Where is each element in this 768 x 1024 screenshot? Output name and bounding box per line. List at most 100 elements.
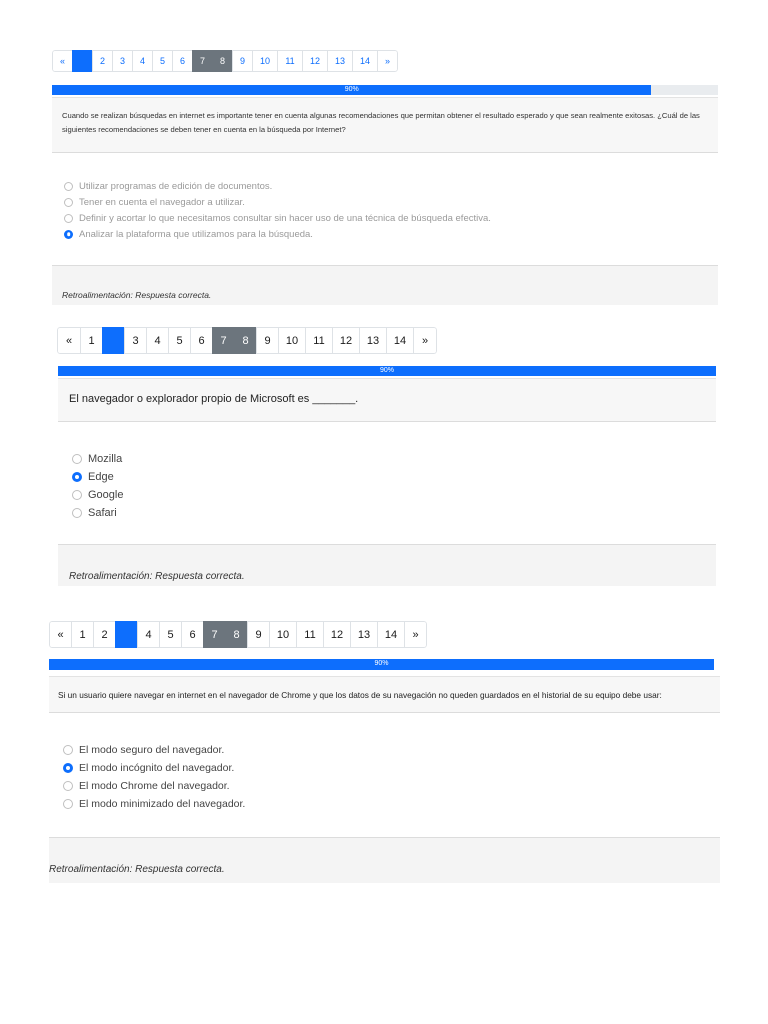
feedback-text: Retroalimentación: Respuesta correcta. (49, 864, 225, 875)
page-8-button[interactable]: 8 (234, 327, 257, 354)
feedback-panel: Retroalimentación: Respuesta correcta. (52, 265, 718, 305)
radio-button-selected[interactable] (64, 229, 73, 239)
option-label: El modo incógnito del navegador. (79, 762, 235, 774)
page-6-button[interactable]: 6 (181, 621, 204, 648)
progress-bar: 90% (58, 366, 716, 376)
radio-button[interactable] (64, 197, 73, 207)
page-13-button[interactable]: 13 (359, 327, 387, 354)
page-4-button[interactable]: 4 (146, 327, 169, 354)
answer-option-2[interactable]: El modo incógnito del navegador. (63, 759, 245, 777)
answer-option-3[interactable]: Google (72, 486, 123, 504)
option-label: El modo seguro del navegador. (79, 744, 225, 756)
question-text: Cuando se realizan búsquedas en internet… (52, 97, 718, 153)
progress-bar: 90% (49, 659, 714, 670)
pagination: « 1 2 4 5 6 7 8 9 10 11 12 13 14 » (49, 621, 427, 648)
radio-button-selected[interactable] (63, 763, 73, 773)
feedback-text: Retroalimentación: Respuesta correcta. (62, 290, 212, 300)
page-6-button[interactable]: 6 (190, 327, 213, 354)
radio-button[interactable] (63, 799, 73, 809)
page-6-button[interactable]: 6 (172, 50, 193, 72)
page-12-button[interactable]: 12 (332, 327, 360, 354)
answer-option-3[interactable]: Definir y acortar lo que necesitamos con… (64, 210, 491, 226)
pagination: « 1 3 4 5 6 7 8 9 10 11 12 13 14 » (57, 327, 437, 354)
answer-option-1[interactable]: Utilizar programas de edición de documen… (64, 178, 491, 194)
question-text: El navegador o explorador propio de Micr… (58, 378, 716, 422)
page-1-button[interactable] (72, 50, 93, 72)
progress-fill: 90% (58, 366, 716, 376)
page-5-button[interactable]: 5 (152, 50, 173, 72)
page-9-button[interactable]: 9 (256, 327, 279, 354)
answer-option-1[interactable]: Mozilla (72, 450, 123, 468)
radio-button[interactable] (63, 781, 73, 791)
page-5-button[interactable]: 5 (159, 621, 182, 648)
page-14-button[interactable]: 14 (352, 50, 378, 72)
radio-button[interactable] (64, 213, 73, 223)
page-14-button[interactable]: 14 (386, 327, 414, 354)
page-13-button[interactable]: 13 (327, 50, 353, 72)
page-7-button[interactable]: 7 (212, 327, 235, 354)
answer-options: Utilizar programas de edición de documen… (64, 178, 491, 242)
page-prev-button[interactable]: « (57, 327, 81, 354)
feedback-panel: Retroalimentación: Respuesta correcta. (49, 837, 720, 883)
page-2-button[interactable]: 2 (93, 621, 116, 648)
radio-button[interactable] (63, 745, 73, 755)
page-prev-button[interactable]: « (49, 621, 72, 648)
page-12-button[interactable]: 12 (323, 621, 351, 648)
page-13-button[interactable]: 13 (350, 621, 378, 648)
option-label: El modo Chrome del navegador. (79, 780, 230, 792)
answer-options: Mozilla Edge Google Safari (72, 450, 123, 522)
page-10-button[interactable]: 10 (269, 621, 297, 648)
page-2-button[interactable] (102, 327, 125, 354)
radio-button[interactable] (72, 490, 82, 500)
option-label: Analizar la plataforma que utilizamos pa… (79, 228, 313, 240)
page-4-button[interactable]: 4 (137, 621, 160, 648)
page-7-button[interactable]: 7 (192, 50, 213, 72)
feedback-panel: Retroalimentación: Respuesta correcta. (58, 544, 716, 586)
page-14-button[interactable]: 14 (377, 621, 405, 648)
option-label: Google (88, 489, 124, 501)
page-1-button[interactable]: 1 (80, 327, 103, 354)
page-next-button[interactable]: » (377, 50, 398, 72)
page-10-button[interactable]: 10 (278, 327, 306, 354)
answer-option-4[interactable]: Safari (72, 504, 123, 522)
pagination: « 2 3 4 5 6 7 8 9 10 11 12 13 14 » (52, 50, 398, 72)
page-prev-button[interactable]: « (52, 50, 73, 72)
page-8-button[interactable]: 8 (225, 621, 248, 648)
page-11-button[interactable]: 11 (277, 50, 303, 72)
answer-option-2[interactable]: Tener en cuenta el navegador a utilizar. (64, 194, 491, 210)
page-12-button[interactable]: 12 (302, 50, 328, 72)
answer-option-3[interactable]: El modo Chrome del navegador. (63, 777, 245, 795)
progress-fill: 90% (49, 659, 714, 670)
page-2-button[interactable]: 2 (92, 50, 113, 72)
page-11-button[interactable]: 11 (305, 327, 333, 354)
page-11-button[interactable]: 11 (296, 621, 324, 648)
progress-fill: 90% (52, 85, 652, 95)
page-8-button[interactable]: 8 (212, 50, 233, 72)
radio-button[interactable] (72, 508, 82, 518)
radio-button[interactable] (72, 454, 82, 464)
feedback-text: Retroalimentación: Respuesta correcta. (69, 571, 245, 582)
question-text: Si un usuario quiere navegar en internet… (49, 676, 720, 713)
option-label: El modo minimizado del navegador. (79, 798, 246, 810)
page-10-button[interactable]: 10 (252, 50, 278, 72)
page-9-button[interactable]: 9 (247, 621, 270, 648)
page-5-button[interactable]: 5 (168, 327, 191, 354)
page-7-button[interactable]: 7 (203, 621, 226, 648)
progress-bar: 90% (52, 85, 718, 95)
option-label: Definir y acortar lo que necesitamos con… (79, 212, 491, 224)
page-3-button[interactable]: 3 (112, 50, 133, 72)
page-1-button[interactable]: 1 (71, 621, 94, 648)
answer-option-4[interactable]: Analizar la plataforma que utilizamos pa… (64, 226, 491, 242)
page-3-button[interactable]: 3 (124, 327, 147, 354)
answer-option-4[interactable]: El modo minimizado del navegador. (63, 795, 245, 813)
page-next-button[interactable]: » (404, 621, 427, 648)
option-label: Edge (88, 471, 114, 483)
radio-button[interactable] (64, 181, 73, 191)
page-9-button[interactable]: 9 (232, 50, 253, 72)
page-3-button[interactable] (115, 621, 138, 648)
answer-option-1[interactable]: El modo seguro del navegador. (63, 741, 245, 759)
page-4-button[interactable]: 4 (132, 50, 153, 72)
answer-option-2[interactable]: Edge (72, 468, 123, 486)
page-next-button[interactable]: » (413, 327, 437, 354)
radio-button-selected[interactable] (72, 472, 82, 482)
